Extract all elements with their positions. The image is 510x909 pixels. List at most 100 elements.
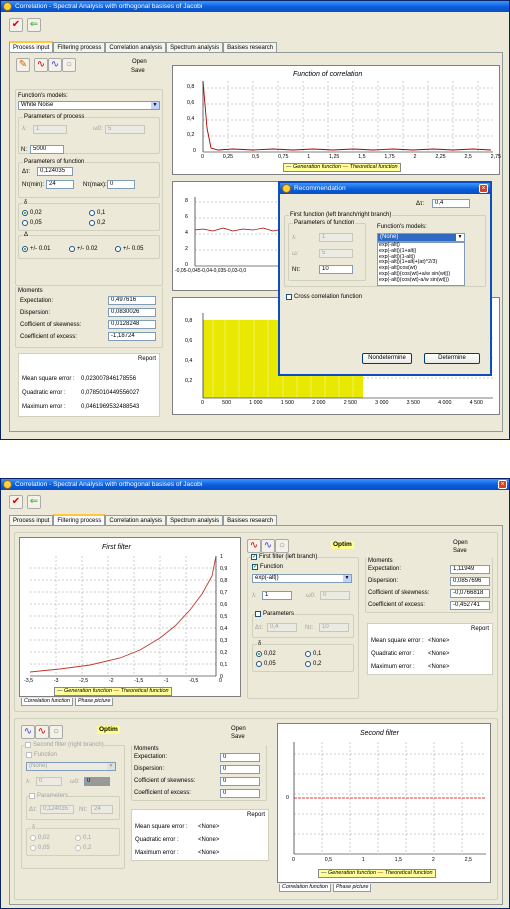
dropdown-arrow-icon[interactable]: ▼ bbox=[456, 234, 464, 241]
tab-phase-picture[interactable]: Phase picture bbox=[75, 698, 114, 706]
lambda-input[interactable]: 1 bbox=[33, 125, 67, 134]
check-icon[interactable]: ✔ bbox=[9, 18, 23, 32]
moment-value[interactable]: 0 bbox=[220, 789, 260, 798]
moment-value[interactable]: 0,0857696 bbox=[450, 577, 490, 586]
n-input[interactable]: 5000 bbox=[30, 145, 64, 154]
wave-red-icon[interactable]: ∿ bbox=[35, 725, 49, 739]
tab-process-input[interactable]: Process input bbox=[9, 41, 54, 52]
delta-radio-pm002[interactable]: +/- 0.02 bbox=[69, 246, 98, 252]
wave-blue-icon[interactable]: ∿ bbox=[261, 539, 275, 553]
lambda-input[interactable]: 0 bbox=[36, 777, 62, 786]
wave-blue-icon[interactable]: ∿ bbox=[21, 725, 35, 739]
check-icon[interactable]: ✔ bbox=[9, 495, 23, 509]
close-icon[interactable]: × bbox=[479, 184, 488, 193]
moment-value[interactable]: -1,18724 bbox=[108, 332, 156, 341]
tab-filtering-process[interactable]: Filtering process bbox=[53, 42, 106, 52]
moment-value[interactable]: 0,0830026 bbox=[108, 308, 156, 317]
omega0-input[interactable]: 5 bbox=[105, 125, 145, 134]
dtau-input[interactable]: 0,4 bbox=[267, 623, 297, 632]
moment-value[interactable]: 0 bbox=[220, 765, 260, 774]
moment-value[interactable]: -0,452741 bbox=[450, 601, 490, 610]
open-link[interactable]: Open bbox=[132, 58, 147, 66]
nmax-input[interactable]: 0 bbox=[107, 180, 135, 189]
dialog-lambda-input[interactable]: 1 bbox=[319, 233, 353, 242]
dropdown-arrow-icon[interactable]: ▼ bbox=[151, 102, 159, 109]
tab-basises-research[interactable]: Basises research bbox=[223, 42, 278, 52]
save-link[interactable]: Save bbox=[453, 547, 467, 555]
close-icon[interactable]: × bbox=[498, 480, 507, 489]
circle-icon[interactable]: ○ bbox=[275, 539, 289, 553]
function-checkbox[interactable]: ✓ Function bbox=[252, 564, 283, 570]
open-link[interactable]: Open bbox=[453, 539, 468, 547]
moment-value[interactable]: 0,0128248 bbox=[108, 320, 156, 329]
delta-radio-005[interactable]: 0,05 bbox=[30, 845, 50, 851]
parameters-checkbox[interactable]: Parameters bbox=[29, 793, 69, 799]
delta-radio-002[interactable]: 0,02 bbox=[30, 835, 50, 841]
dropdown-arrow-icon[interactable]: ▼ bbox=[343, 575, 351, 582]
dtau-input[interactable]: 0,124035 bbox=[40, 805, 74, 814]
delta-radio-02[interactable]: 0,2 bbox=[75, 845, 91, 851]
pencil-icon[interactable]: ✎ bbox=[16, 58, 30, 72]
moment-value[interactable]: 0 bbox=[220, 753, 260, 762]
delta-radio-02[interactable]: 0,2 bbox=[305, 661, 321, 667]
function-select[interactable]: exp(-alt|) ▼ bbox=[252, 574, 352, 583]
back-icon[interactable]: ⇐ bbox=[27, 495, 41, 509]
moment-value[interactable]: 1,11949 bbox=[450, 565, 490, 574]
delta-radio-002[interactable]: 0,02 bbox=[22, 210, 42, 216]
tab-correlation-analysis[interactable]: Correlation analysis bbox=[105, 42, 167, 52]
delta-radio-01[interactable]: 0,1 bbox=[89, 210, 105, 216]
delta-radio-pm005[interactable]: +/- 0.05 bbox=[115, 246, 144, 252]
tab-spectrum-analysis[interactable]: Spectrum analysis bbox=[166, 515, 224, 525]
dtau-input[interactable]: 0,124035 bbox=[37, 167, 73, 176]
dialog-ntau-input[interactable]: 10 bbox=[319, 265, 353, 274]
moment-value[interactable]: 0,497616 bbox=[108, 296, 156, 305]
omega0-input[interactable]: 0 bbox=[320, 591, 350, 600]
tab-spectrum-analysis[interactable]: Spectrum analysis bbox=[166, 42, 224, 52]
delta-radio-pm001[interactable]: +/- 0.01 bbox=[22, 246, 51, 252]
list-item[interactable]: exp(-alt|)(cos(wt)-a/w sin(wt|)) bbox=[379, 277, 464, 284]
function-checkbox[interactable]: Function bbox=[26, 752, 57, 758]
dropdown-arrow-icon[interactable]: ▼ bbox=[107, 763, 115, 770]
wave-red-icon[interactable]: ∿ bbox=[34, 58, 48, 72]
save-link[interactable]: Save bbox=[231, 733, 245, 741]
dialog-model-select[interactable]: (None) ▼ bbox=[377, 233, 465, 242]
tab-filtering-process[interactable]: Filtering process bbox=[53, 514, 106, 525]
tab-process-input[interactable]: Process input bbox=[9, 515, 54, 525]
wave-red-icon[interactable]: ∿ bbox=[247, 539, 261, 553]
ntau-input[interactable]: 24 bbox=[91, 805, 113, 814]
back-icon[interactable]: ⇐ bbox=[27, 18, 41, 32]
circle-icon[interactable]: ○ bbox=[62, 58, 76, 72]
parameters-checkbox[interactable]: Parameters bbox=[255, 611, 295, 617]
delta-radio-002[interactable]: 0,02 bbox=[256, 651, 276, 657]
save-link[interactable]: Save bbox=[131, 67, 145, 75]
delta-radio-005[interactable]: 0,05 bbox=[22, 220, 42, 226]
dialog-omega-input[interactable]: 5 bbox=[319, 249, 353, 258]
dialog-omega-label: ω: bbox=[292, 251, 299, 257]
moment-value[interactable]: -0,0766818 bbox=[450, 589, 490, 598]
determine-button[interactable]: Determine bbox=[424, 353, 480, 364]
cross-correlation-checkbox[interactable]: Cross correlation function bbox=[286, 294, 362, 300]
delta-radio-01[interactable]: 0,1 bbox=[75, 835, 91, 841]
tab-phase-picture[interactable]: Phase picture bbox=[333, 884, 372, 892]
circle-icon[interactable]: ○ bbox=[49, 725, 63, 739]
nmin-input[interactable]: 24 bbox=[46, 180, 74, 189]
moment-value[interactable]: 0 bbox=[220, 777, 260, 786]
tab-correlation-analysis[interactable]: Correlation analysis bbox=[105, 515, 167, 525]
delta-radio-01[interactable]: 0,1 bbox=[305, 651, 321, 657]
open-link[interactable]: Open bbox=[231, 725, 246, 733]
function-model-select[interactable]: White Noise ▼ bbox=[18, 101, 160, 110]
first-filter-checkbox[interactable]: ✓ First filter (left branch) bbox=[251, 554, 318, 560]
dialog-dtau-input[interactable]: 0,4 bbox=[432, 199, 470, 208]
delta-radio-005[interactable]: 0,05 bbox=[256, 661, 276, 667]
omega0-input[interactable]: 0 bbox=[84, 777, 110, 786]
function-select[interactable]: (None) ▼ bbox=[26, 762, 116, 771]
delta-radio-02[interactable]: 0,2 bbox=[89, 220, 105, 226]
tab-correlation-function[interactable]: Correlation function bbox=[21, 698, 73, 706]
ntau-input[interactable]: 10 bbox=[319, 623, 349, 632]
wave-blue-icon[interactable]: ∿ bbox=[48, 58, 62, 72]
second-filter-checkbox[interactable]: Second filter (right branch) bbox=[25, 742, 104, 748]
tab-correlation-function[interactable]: Correlation function bbox=[279, 884, 331, 892]
nondetermine-button[interactable]: Nondetermine bbox=[362, 353, 412, 364]
lambda-input[interactable]: 1 bbox=[262, 591, 292, 600]
tab-basises-research[interactable]: Basises research bbox=[223, 515, 278, 525]
